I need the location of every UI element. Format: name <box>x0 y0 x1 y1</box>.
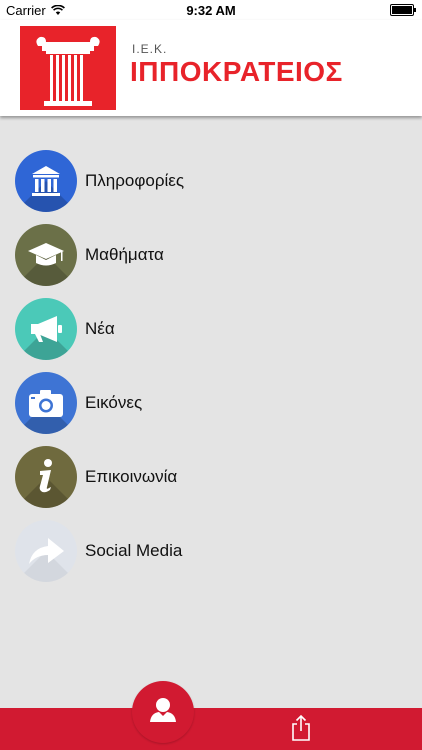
logo-name: ΙΠΠΟΚΡΑΤΕΙΟΣ <box>130 56 343 87</box>
menu-label: Social Media <box>85 541 183 560</box>
share-button[interactable] <box>290 714 312 747</box>
share-arrow-icon <box>15 520 77 582</box>
status-bar: Carrier 9:32 AM <box>0 0 422 20</box>
menu-label: Νέα <box>85 319 115 338</box>
column-logo-icon <box>36 36 100 106</box>
header: Ι.Ε.Κ. ΙΠΠΟΚΡΑΤΕΙΟΣ <box>0 20 422 116</box>
battery-icon <box>390 4 416 16</box>
profile-button[interactable] <box>132 681 194 743</box>
logo <box>20 26 116 110</box>
menu-item-contact[interactable]: Επικοινωνία <box>15 446 177 508</box>
menu-label: Εικόνες <box>85 393 143 412</box>
status-right <box>390 4 416 16</box>
menu-item-photos[interactable]: Εικόνες <box>15 372 142 434</box>
menu-label: Επικοινωνία <box>85 467 178 486</box>
megaphone-icon <box>15 298 77 360</box>
menu-item-courses[interactable]: Μαθήματα <box>15 224 164 286</box>
camera-icon <box>15 372 77 434</box>
share-icon <box>292 714 310 741</box>
user-icon <box>150 698 176 722</box>
menu-item-info[interactable]: Πληροφορίες <box>15 150 184 212</box>
menu-item-news[interactable]: Νέα <box>15 298 115 360</box>
menu-label: Μαθήματα <box>85 245 164 264</box>
menu-label: Πληροφορίες <box>85 171 185 190</box>
status-time: 9:32 AM <box>186 3 236 18</box>
bottom-tab-bar <box>0 708 422 750</box>
logo-tag: Ι.Ε.Κ. <box>132 42 168 56</box>
menu-item-social[interactable]: Social Media <box>15 520 182 582</box>
graduation-cap-icon <box>15 224 77 286</box>
info-icon <box>15 446 77 508</box>
institution-icon <box>15 150 77 212</box>
